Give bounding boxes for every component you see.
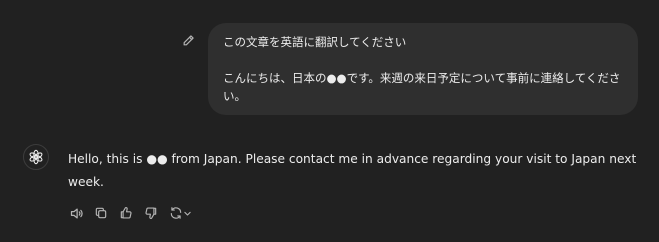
thumbs-down-icon <box>144 206 158 220</box>
user-message-bubble: この文章を英語に翻訳してください こんにちは、日本の●●です。来週の来日予定につ… <box>208 23 638 115</box>
speaker-icon <box>69 206 84 221</box>
copy-button[interactable] <box>93 205 109 221</box>
chat-thread: この文章を英語に翻訳してください こんにちは、日本の●●です。来週の来日予定につ… <box>0 0 659 242</box>
copy-icon <box>94 206 108 220</box>
chevron-down-icon <box>183 209 192 218</box>
good-response-button[interactable] <box>118 205 134 221</box>
regenerate-button[interactable] <box>168 205 192 221</box>
pencil-icon <box>182 34 195 47</box>
read-aloud-button[interactable] <box>68 205 84 221</box>
edit-message-button[interactable] <box>180 32 196 48</box>
user-message-line: こんにちは、日本の●●です。来週の来日予定について事前に連絡してくださ <box>223 71 621 85</box>
bad-response-button[interactable] <box>143 205 159 221</box>
refresh-icon <box>169 206 183 220</box>
openai-logo-icon <box>28 149 44 165</box>
user-message-line: この文章を英語に翻訳してください <box>223 35 407 49</box>
assistant-message-text: Hello, this is ●● from Japan. Please con… <box>68 152 637 189</box>
assistant-avatar <box>23 144 49 170</box>
thumbs-up-icon <box>119 206 133 220</box>
message-action-bar <box>68 205 192 221</box>
user-message-line: い。 <box>223 89 246 103</box>
